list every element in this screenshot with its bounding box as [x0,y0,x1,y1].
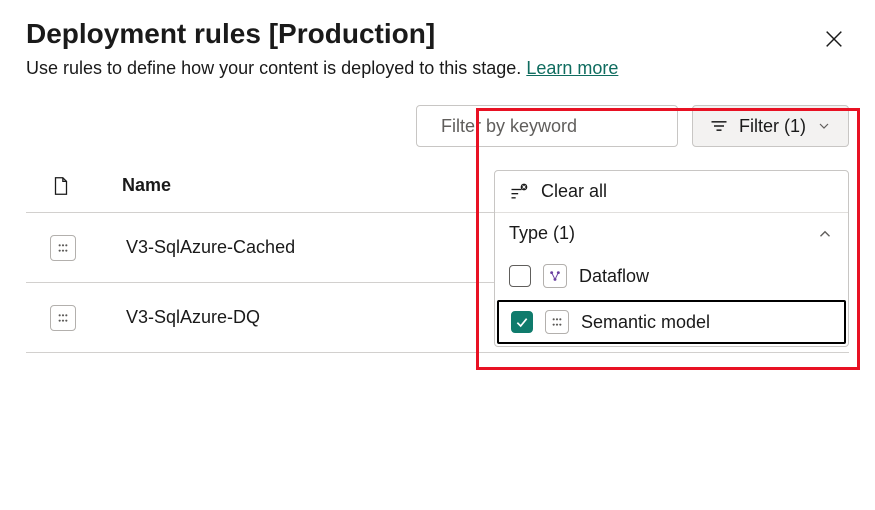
filter-option-dataflow[interactable]: Dataflow [495,254,848,298]
row-name: V3-SqlAzure-Cached [126,237,295,258]
chevron-down-icon [816,118,832,134]
semantic-model-icon [50,305,76,331]
clear-all-row[interactable]: Clear all [495,171,848,213]
filter-icon [709,116,729,136]
filter-button[interactable]: Filter (1) [692,105,849,147]
filter-dropdown-panel: Clear all Type (1) Dataflow [494,170,849,347]
dialog-header: Deployment rules [Production] Use rules … [0,0,875,89]
learn-more-link[interactable]: Learn more [526,58,618,78]
subtitle-text: Use rules to define how your content is … [26,58,521,78]
search-input[interactable] [439,115,675,138]
toolbar: Filter (1) [0,89,875,159]
clear-filter-icon [509,182,529,202]
name-column-header: Name [122,175,171,196]
close-button[interactable] [823,28,845,50]
chevron-up-icon [816,225,834,243]
checkbox-checked[interactable] [511,311,533,333]
semantic-model-icon [50,235,76,261]
search-box[interactable] [416,105,678,147]
checkmark-icon [514,314,530,330]
dialog-title: Deployment rules [Production] [26,18,849,50]
dataflow-icon [543,264,567,288]
filter-option-label: Semantic model [581,312,710,333]
dialog-subtitle: Use rules to define how your content is … [26,56,849,81]
checkbox-unchecked[interactable] [509,265,531,287]
close-icon [823,28,845,50]
filter-button-label: Filter (1) [739,116,806,137]
semantic-model-icon [545,310,569,334]
file-icon [50,175,72,197]
type-section-label: Type (1) [509,223,575,244]
type-section-header[interactable]: Type (1) [495,213,848,254]
row-name: V3-SqlAzure-DQ [126,307,260,328]
filter-option-label: Dataflow [579,266,649,287]
filter-option-semantic-model[interactable]: Semantic model [497,300,846,344]
clear-all-label: Clear all [541,181,607,202]
